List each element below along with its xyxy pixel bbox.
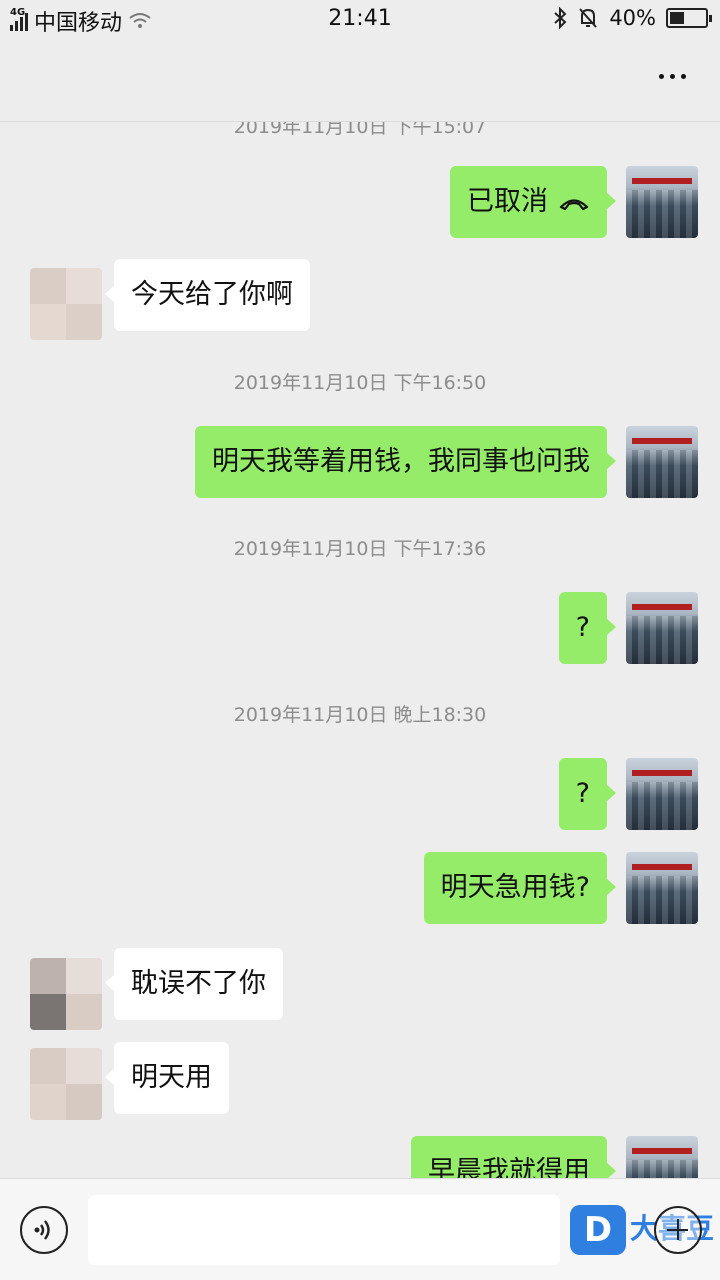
avatar[interactable]: [30, 268, 102, 340]
battery-icon: [666, 8, 712, 28]
hangup-icon: [559, 198, 589, 210]
timestamp: 2019年11月10日 下午17:36: [233, 538, 487, 560]
message-text: 明天我等着用钱，我同事也问我: [212, 446, 590, 477]
status-bar: 4G 中国移动 21:41 40%: [0, 0, 720, 40]
message-text: ?: [575, 612, 590, 643]
chat-header: [0, 40, 720, 122]
more-dots-icon[interactable]: [659, 74, 686, 79]
timestamp: 2019年11月10日 下午16:50: [233, 372, 487, 394]
message-text: ?: [575, 778, 590, 809]
message-bubble-outgoing[interactable]: 明天我等着用钱，我同事也问我: [195, 426, 616, 498]
message-bubble-outgoing[interactable]: ?: [558, 758, 617, 830]
plus-icon[interactable]: [654, 1206, 702, 1254]
avatar[interactable]: [626, 166, 698, 238]
chat-area[interactable]: 2019年11月10日 下午15:07 已取消 今天给了你啊 2019年11月1…: [0, 122, 720, 1178]
message-text: 已取消: [467, 186, 548, 217]
message-bubble-incoming[interactable]: 今天给了你啊: [105, 259, 310, 331]
watermark-logo: D: [570, 1205, 626, 1255]
voice-button[interactable]: [20, 1206, 68, 1254]
message-text: 耽误不了你: [131, 968, 266, 999]
avatar[interactable]: [626, 852, 698, 924]
message-bubble-outgoing[interactable]: 早晨我就得用: [411, 1136, 616, 1178]
message-text: 明天急用钱?: [440, 872, 590, 903]
message-text: 今天给了你啊: [131, 279, 293, 310]
message-bubble-incoming[interactable]: 明天用: [105, 1042, 229, 1114]
input-bar: D 大喜豆: [0, 1178, 720, 1280]
message-text: 明天用: [131, 1062, 212, 1093]
avatar[interactable]: [626, 1136, 698, 1178]
avatar[interactable]: [30, 1048, 102, 1120]
avatar[interactable]: [626, 758, 698, 830]
voice-icon: [34, 1220, 50, 1240]
avatar[interactable]: [626, 592, 698, 664]
message-input[interactable]: [88, 1195, 560, 1265]
mute-bell-icon: [579, 8, 598, 28]
timestamp: 2019年11月10日 下午15:07: [233, 122, 487, 138]
status-right: 40%: [553, 6, 712, 30]
avatar[interactable]: [30, 958, 102, 1030]
avatar[interactable]: [626, 426, 698, 498]
bluetooth-icon: [554, 7, 567, 29]
message-bubble-incoming[interactable]: 耽误不了你: [105, 948, 283, 1020]
message-bubble-outgoing[interactable]: ?: [558, 592, 617, 664]
message-bubble-outgoing[interactable]: 已取消: [450, 166, 616, 238]
battery-percent: 40%: [609, 6, 656, 30]
timestamp: 2019年11月10日 晚上18:30: [233, 704, 487, 726]
message-text: 早晨我就得用: [428, 1156, 590, 1178]
message-bubble-outgoing[interactable]: 明天急用钱?: [423, 852, 617, 924]
